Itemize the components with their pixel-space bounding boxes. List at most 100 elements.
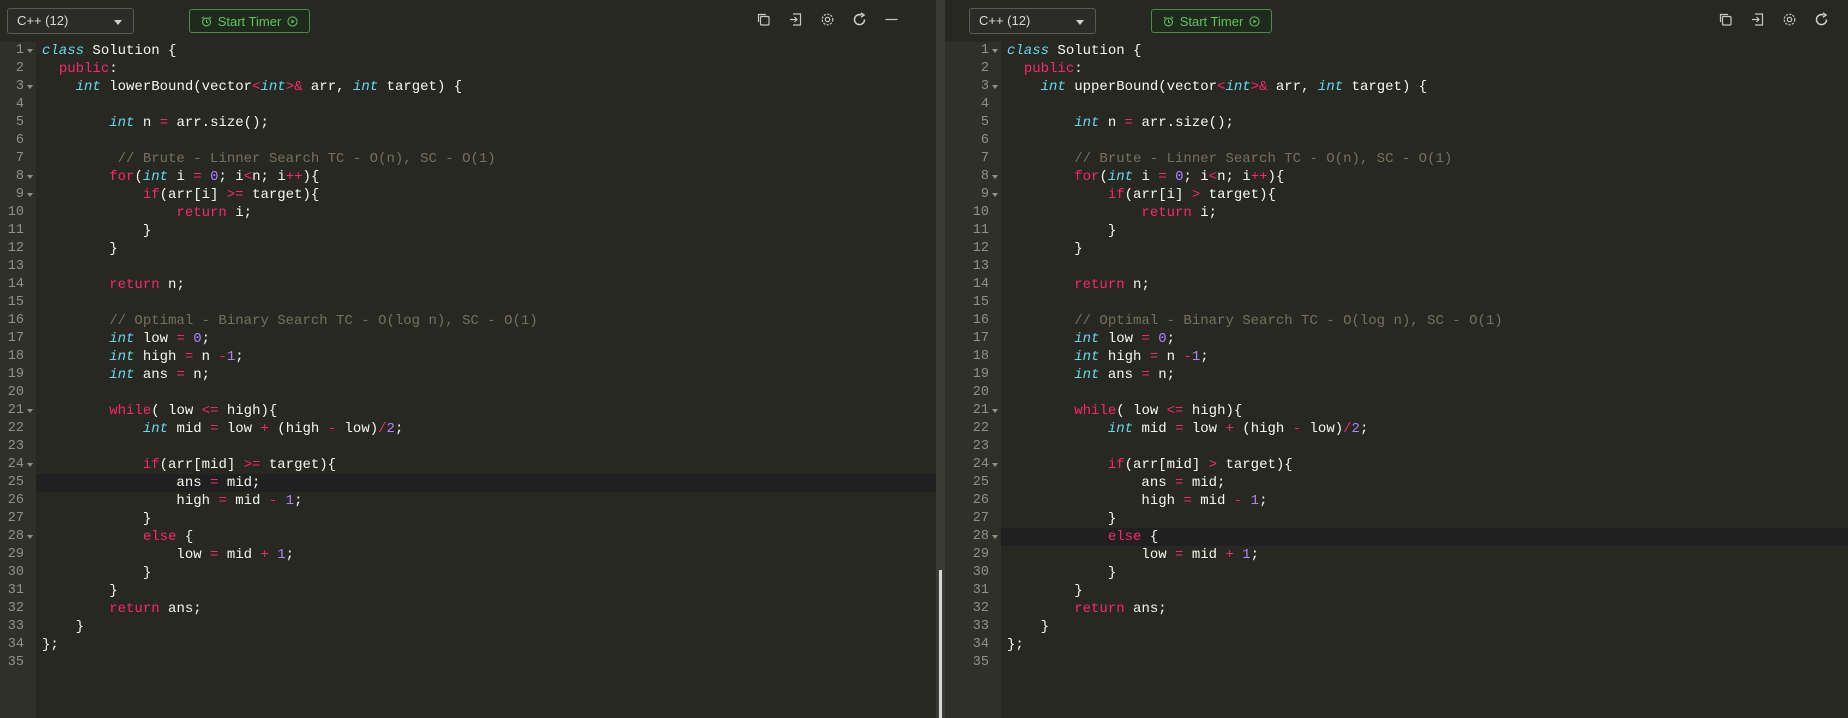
code-line[interactable]: } bbox=[1007, 618, 1848, 636]
line-number[interactable]: 3 bbox=[945, 78, 998, 96]
line-number[interactable]: 21 bbox=[0, 402, 33, 420]
code-line[interactable]: // Brute - Linner Search TC - O(n), SC -… bbox=[42, 150, 936, 168]
code-line[interactable]: ans = mid; bbox=[36, 474, 936, 492]
code-line[interactable] bbox=[42, 438, 936, 456]
copy-icon[interactable] bbox=[754, 10, 772, 28]
code-line[interactable] bbox=[1007, 258, 1848, 276]
code-line[interactable] bbox=[42, 96, 936, 114]
line-number[interactable]: 24 bbox=[0, 456, 33, 474]
code-line[interactable]: if(arr[mid] >= target){ bbox=[42, 456, 936, 474]
code-line[interactable]: public: bbox=[1007, 60, 1848, 78]
line-number[interactable]: 28 bbox=[0, 528, 33, 546]
code-line[interactable]: low = mid + 1; bbox=[1007, 546, 1848, 564]
code-line[interactable] bbox=[1007, 384, 1848, 402]
code-line[interactable]: for(int i = 0; i<n; i++){ bbox=[42, 168, 936, 186]
line-number[interactable]: 1 bbox=[0, 42, 33, 60]
code-line[interactable]: int mid = low + (high - low)/2; bbox=[1007, 420, 1848, 438]
line-number[interactable]: 9 bbox=[0, 186, 33, 204]
import-icon[interactable] bbox=[786, 10, 804, 28]
code-line[interactable] bbox=[42, 132, 936, 150]
code-line[interactable]: high = mid - 1; bbox=[42, 492, 936, 510]
code-line[interactable]: class Solution { bbox=[1007, 42, 1848, 60]
code-line[interactable]: return i; bbox=[1007, 204, 1848, 222]
code-line[interactable]: ans = mid; bbox=[1007, 474, 1848, 492]
language-select[interactable]: C++ (12) bbox=[969, 8, 1096, 34]
code-line[interactable]: } bbox=[42, 240, 936, 258]
code-line[interactable]: return ans; bbox=[42, 600, 936, 618]
code-line[interactable]: high = mid - 1; bbox=[1007, 492, 1848, 510]
line-number[interactable]: 1 bbox=[945, 42, 998, 60]
code-line[interactable]: class Solution { bbox=[42, 42, 936, 60]
code-line[interactable]: } bbox=[1007, 582, 1848, 600]
code-line[interactable]: while( low <= high){ bbox=[42, 402, 936, 420]
code-line[interactable]: public: bbox=[42, 60, 936, 78]
reset-icon[interactable] bbox=[1812, 10, 1830, 28]
code-line[interactable] bbox=[42, 258, 936, 276]
right-code-editor[interactable]: 1 2 3 4 5 6 7 8 9 10 11 12 13 14 15 16 17 18 19 20 21 22 23 24 2… bbox=[945, 42, 1848, 718]
split-divider[interactable] bbox=[936, 0, 945, 718]
code-line[interactable]: int low = 0; bbox=[42, 330, 936, 348]
code-line[interactable]: return n; bbox=[1007, 276, 1848, 294]
code-line[interactable]: int upperBound(vector<int>& arr, int tar… bbox=[1007, 78, 1848, 96]
reset-icon[interactable] bbox=[850, 10, 868, 28]
code-line[interactable]: while( low <= high){ bbox=[1007, 402, 1848, 420]
code-line[interactable]: if(arr[mid] > target){ bbox=[1007, 456, 1848, 474]
code-line[interactable]: }; bbox=[1007, 636, 1848, 654]
left-code-editor[interactable]: 1 2 3 4 5 6 7 8 9 10 11 12 13 14 15 16 17 18 19 20 21 22 23 24 2… bbox=[0, 42, 936, 718]
code-line[interactable]: int n = arr.size(); bbox=[42, 114, 936, 132]
code-line[interactable]: } bbox=[1007, 564, 1848, 582]
code-line[interactable]: } bbox=[1007, 222, 1848, 240]
code-line[interactable] bbox=[42, 294, 936, 312]
code-line[interactable]: int high = n -1; bbox=[1007, 348, 1848, 366]
code-line[interactable] bbox=[1007, 132, 1848, 150]
code-line[interactable]: } bbox=[42, 618, 936, 636]
line-number[interactable]: 3 bbox=[0, 78, 33, 96]
code-line[interactable]: } bbox=[42, 510, 936, 528]
code-line[interactable]: } bbox=[42, 222, 936, 240]
code-line[interactable]: if(arr[i] > target){ bbox=[1007, 186, 1848, 204]
start-timer-button[interactable]: Start Timer bbox=[1151, 9, 1272, 33]
import-icon[interactable] bbox=[1748, 10, 1766, 28]
code-line[interactable] bbox=[42, 654, 936, 672]
code-line[interactable]: else { bbox=[42, 528, 936, 546]
code-line[interactable]: } bbox=[1007, 510, 1848, 528]
code-line[interactable]: } bbox=[42, 564, 936, 582]
code-line[interactable] bbox=[1007, 438, 1848, 456]
code-line[interactable]: low = mid + 1; bbox=[42, 546, 936, 564]
code-line[interactable] bbox=[42, 384, 936, 402]
code-line[interactable]: for(int i = 0; i<n; i++){ bbox=[1007, 168, 1848, 186]
code-line[interactable]: int n = arr.size(); bbox=[1007, 114, 1848, 132]
minimize-icon[interactable] bbox=[882, 10, 900, 28]
line-number[interactable]: 28 bbox=[945, 528, 998, 546]
code-line[interactable]: // Optimal - Binary Search TC - O(log n)… bbox=[42, 312, 936, 330]
code-line[interactable]: int mid = low + (high - low)/2; bbox=[42, 420, 936, 438]
line-number[interactable]: 24 bbox=[945, 456, 998, 474]
code-line[interactable]: } bbox=[42, 582, 936, 600]
code-line[interactable]: // Brute - Linner Search TC - O(n), SC -… bbox=[1007, 150, 1848, 168]
start-timer-button[interactable]: Start Timer bbox=[189, 9, 310, 33]
code-line[interactable]: // Optimal - Binary Search TC - O(log n)… bbox=[1007, 312, 1848, 330]
language-select[interactable]: C++ (12) bbox=[7, 8, 134, 34]
code-area[interactable]: class Solution { public: int lowerBound(… bbox=[36, 42, 936, 718]
code-line[interactable]: if(arr[i] >= target){ bbox=[42, 186, 936, 204]
code-line[interactable]: } bbox=[1007, 240, 1848, 258]
settings-icon[interactable] bbox=[1780, 10, 1798, 28]
settings-icon[interactable] bbox=[818, 10, 836, 28]
code-line[interactable]: return n; bbox=[42, 276, 936, 294]
code-line[interactable] bbox=[1007, 96, 1848, 114]
code-line[interactable]: else { bbox=[1001, 528, 1848, 546]
code-line[interactable]: }; bbox=[42, 636, 936, 654]
code-line[interactable] bbox=[1007, 294, 1848, 312]
line-number[interactable]: 21 bbox=[945, 402, 998, 420]
copy-icon[interactable] bbox=[1716, 10, 1734, 28]
code-line[interactable] bbox=[1007, 654, 1848, 672]
line-number[interactable]: 8 bbox=[945, 168, 998, 186]
code-line[interactable]: int high = n -1; bbox=[42, 348, 936, 366]
line-number[interactable]: 8 bbox=[0, 168, 33, 186]
code-line[interactable]: return ans; bbox=[1007, 600, 1848, 618]
code-line[interactable]: int ans = n; bbox=[42, 366, 936, 384]
line-number[interactable]: 9 bbox=[945, 186, 998, 204]
code-line[interactable]: int lowerBound(vector<int>& arr, int tar… bbox=[42, 78, 936, 96]
code-line[interactable]: int low = 0; bbox=[1007, 330, 1848, 348]
code-line[interactable]: return i; bbox=[42, 204, 936, 222]
